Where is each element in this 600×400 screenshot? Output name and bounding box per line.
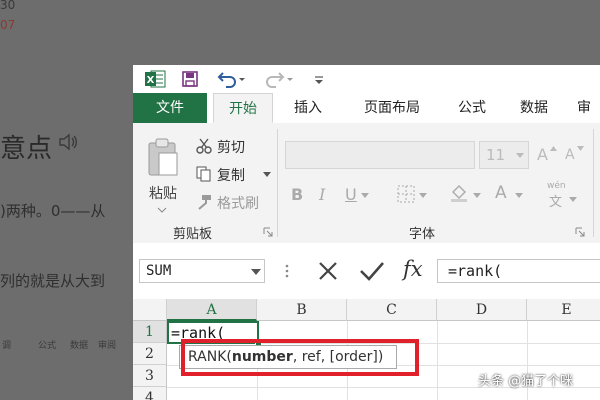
bg-paragraph: )两种。0——从 xyxy=(0,202,106,220)
cut-button[interactable]: 剪切 xyxy=(195,135,275,157)
cut-label: 剪切 xyxy=(217,140,245,156)
copy-icon xyxy=(196,166,211,182)
font-name-combobox[interactable] xyxy=(285,141,475,169)
bg-paragraph: 列的就是从大到 xyxy=(0,272,106,290)
tab-home[interactable]: 开始 xyxy=(213,93,273,123)
phonetic-guide-pinyin: wén xyxy=(547,181,566,191)
chevron-down-icon xyxy=(569,197,577,202)
underline-button[interactable]: U xyxy=(345,185,357,204)
grow-font-button[interactable]: A xyxy=(535,143,559,167)
customize-qat-icon[interactable] xyxy=(311,68,327,90)
bg-line-number: 30 xyxy=(0,0,16,12)
borders-icon[interactable] xyxy=(397,185,415,203)
chevron-down-icon xyxy=(361,193,369,198)
copy-label: 复制 xyxy=(217,168,245,184)
arrow-down-icon xyxy=(577,146,584,151)
bg-heading: 意点 xyxy=(0,134,53,164)
shrink-font-button[interactable]: A xyxy=(563,143,587,167)
brush-icon xyxy=(198,195,211,210)
scissors-icon xyxy=(196,138,212,154)
save-icon[interactable] xyxy=(179,68,201,90)
bg-mini-tab: 审阅 xyxy=(98,341,117,351)
chevron-down-icon xyxy=(263,172,271,177)
group-separator xyxy=(277,129,278,237)
excel-window: X 文件 开始 插入 页面布局 公式 数据 审 粘贴 剪切 复制 格式刷 剪贴板… xyxy=(133,65,600,400)
column-header[interactable]: C xyxy=(347,299,437,321)
watermark: 头条 @猫了个咪 xyxy=(478,374,574,389)
row-header[interactable]: 1 xyxy=(133,321,167,343)
excel-logo-icon: X xyxy=(143,68,167,90)
row-header[interactable]: 3 xyxy=(133,365,167,387)
select-all-corner[interactable] xyxy=(133,299,167,321)
speaker-icon xyxy=(59,133,77,151)
format-painter-label: 格式刷 xyxy=(217,196,259,212)
insert-function-button[interactable]: fx xyxy=(403,257,423,281)
chevron-down-icon xyxy=(157,207,167,213)
chevron-down-icon[interactable] xyxy=(251,269,261,275)
tab-insert[interactable]: 插入 xyxy=(281,93,335,123)
chevron-down-icon xyxy=(473,193,481,198)
paste-button[interactable]: 粘贴 xyxy=(143,135,183,215)
chevron-down-icon xyxy=(516,153,524,158)
bg-line-number: 07 xyxy=(0,18,16,32)
arrow-up-icon xyxy=(550,146,557,151)
phonetic-guide-char: 文 xyxy=(549,195,563,210)
bg-mini-tab: 数据 xyxy=(70,341,89,351)
fill-color-icon[interactable] xyxy=(449,183,469,203)
group-separator xyxy=(593,129,594,237)
italic-button[interactable]: I xyxy=(319,185,325,204)
paste-label: 粘贴 xyxy=(149,186,177,202)
name-box[interactable]: SUM xyxy=(139,259,265,283)
column-header[interactable]: D xyxy=(437,299,527,321)
row-header[interactable]: 2 xyxy=(133,343,167,365)
tab-formulas[interactable]: 公式 xyxy=(445,93,499,123)
formula-input[interactable]: =rank( xyxy=(437,259,600,283)
phonetic-guide-button[interactable]: wén 文 xyxy=(547,181,581,211)
copy-button[interactable]: 复制 xyxy=(195,163,275,185)
redo-icon[interactable] xyxy=(263,68,295,90)
cancel-icon[interactable] xyxy=(317,260,339,282)
svg-text:X: X xyxy=(147,75,155,86)
enter-check-icon[interactable] xyxy=(359,260,385,282)
ribbon-home: 粘贴 剪切 复制 格式刷 剪贴板 11 A A B I U A wén 文 字体 xyxy=(133,123,600,244)
tab-page-layout[interactable]: 页面布局 xyxy=(347,93,437,123)
bold-button[interactable]: B xyxy=(291,185,303,204)
font-group-label: 字体 xyxy=(409,227,436,242)
bg-mini-tab: 调 xyxy=(2,341,12,351)
row-header[interactable]: 4 xyxy=(133,387,167,400)
chevron-down-icon xyxy=(419,193,427,198)
chevron-down-icon xyxy=(515,193,523,198)
undo-icon[interactable] xyxy=(215,68,247,90)
font-size-combobox[interactable]: 11 xyxy=(479,141,529,169)
format-painter-button[interactable]: 格式刷 xyxy=(195,191,275,213)
more-options-icon xyxy=(285,264,289,278)
column-header[interactable]: E xyxy=(527,299,600,321)
paste-icon xyxy=(148,138,178,176)
quick-access-toolbar: X xyxy=(133,65,600,93)
highlight-annotation xyxy=(181,339,419,376)
tab-data[interactable]: 数据 xyxy=(507,93,561,123)
formula-bar: SUM fx =rank( xyxy=(133,243,600,295)
dialog-launcher-icon[interactable] xyxy=(263,227,273,237)
tab-review[interactable]: 审 xyxy=(577,93,600,123)
shrink-font-letter: A xyxy=(565,147,575,163)
ribbon-tabs: 文件 开始 插入 页面布局 公式 数据 审 xyxy=(133,93,600,124)
grow-font-letter: A xyxy=(537,145,548,164)
font-color-button[interactable]: A xyxy=(495,183,507,203)
clipboard-group-label: 剪贴板 xyxy=(173,227,213,242)
column-header[interactable]: B xyxy=(257,299,347,321)
gridline xyxy=(437,321,438,400)
font-size-value: 11 xyxy=(486,146,506,164)
dialog-launcher-icon[interactable] xyxy=(575,227,585,237)
column-header[interactable]: A xyxy=(167,299,257,321)
bg-mini-tab: 公式 xyxy=(38,341,57,351)
tab-file[interactable]: 文件 xyxy=(133,93,207,123)
